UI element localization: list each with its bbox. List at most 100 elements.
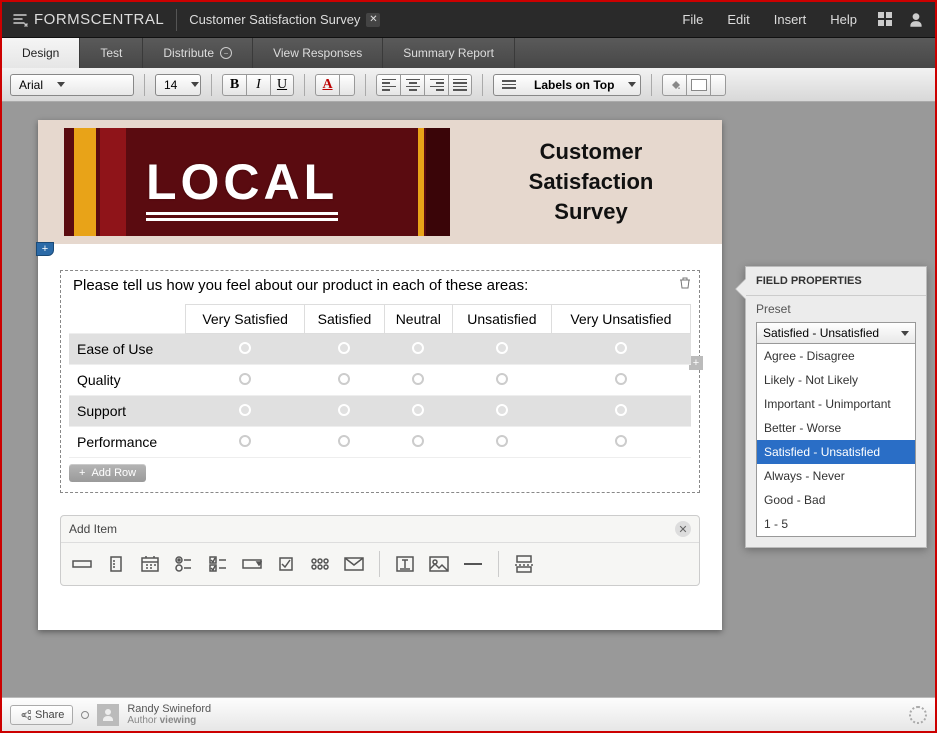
matrix-cell[interactable] [305, 365, 384, 396]
add-item-panel: Add Item ✕ [60, 515, 700, 586]
user-icon[interactable] [907, 11, 925, 29]
matrix-cell[interactable] [185, 427, 305, 458]
fill-color-button[interactable] [662, 74, 686, 96]
author-name: Randy Swineford [127, 703, 211, 715]
font-family-dropdown[interactable]: Arial [10, 74, 134, 96]
tab-summary-report-label: Summary Report [403, 46, 494, 60]
image-icon[interactable] [426, 552, 452, 576]
bold-button[interactable]: B [222, 74, 246, 96]
col-header[interactable]: Very Satisfied [185, 305, 305, 334]
close-doc-icon[interactable]: ✕ [366, 13, 380, 27]
add-row-label: Add Row [91, 467, 136, 479]
labels-position-dropdown[interactable]: Labels on Top [493, 74, 641, 96]
form-header: LOCAL Customer Satisfaction Survey [38, 120, 722, 244]
preset-option[interactable]: Always - Never [757, 464, 915, 488]
add-column-icon[interactable]: + [689, 356, 703, 370]
formscentral-icon [12, 12, 28, 28]
col-header[interactable]: Neutral [384, 305, 452, 334]
matrix-cell[interactable] [384, 427, 452, 458]
matrix-cell[interactable] [305, 427, 384, 458]
preset-dropdown[interactable]: Satisfied - Unsatisfied [756, 322, 916, 344]
author-avatar[interactable] [97, 704, 119, 726]
matrix-cell[interactable] [185, 334, 305, 365]
matrix-cell[interactable] [452, 365, 551, 396]
matrix-cell[interactable] [452, 427, 551, 458]
horizontal-line-icon[interactable] [460, 552, 486, 576]
work-area: LOCAL Customer Satisfaction Survey + Ple… [2, 102, 935, 697]
text-color-button[interactable]: A [315, 74, 339, 96]
preset-option[interactable]: 1 - 5 [757, 512, 915, 536]
matrix-cell[interactable] [551, 396, 690, 427]
menu-edit[interactable]: Edit [727, 12, 749, 27]
align-justify-button[interactable] [448, 74, 472, 96]
text-color-dropdown[interactable] [339, 74, 355, 96]
preset-option[interactable]: Important - Unimportant [757, 392, 915, 416]
matrix-cell[interactable] [551, 427, 690, 458]
email-field-icon[interactable] [341, 552, 367, 576]
add-row-button[interactable]: +Add Row [69, 464, 146, 482]
tab-test[interactable]: Test [80, 38, 143, 68]
matrix-cell[interactable] [384, 365, 452, 396]
delete-question-icon[interactable] [677, 275, 693, 291]
matrix-cell[interactable] [384, 396, 452, 427]
single-line-text-icon[interactable] [69, 552, 95, 576]
close-add-item-icon[interactable]: ✕ [675, 521, 691, 537]
tab-distribute[interactable]: Distribute– [143, 38, 253, 68]
formatted-text-icon[interactable] [392, 552, 418, 576]
author-info: Randy Swineford Author viewing [127, 703, 211, 726]
fill-swatch-button[interactable] [686, 74, 710, 96]
preset-option[interactable]: Better - Worse [757, 416, 915, 440]
menu-insert[interactable]: Insert [774, 12, 807, 27]
preset-option[interactable]: Satisfied - Unsatisfied [757, 440, 915, 464]
col-header[interactable]: Unsatisfied [452, 305, 551, 334]
add-element-handle[interactable]: + [36, 242, 54, 256]
matrix-cell[interactable] [452, 334, 551, 365]
row-label[interactable]: Performance [69, 427, 185, 458]
italic-button[interactable]: I [246, 74, 270, 96]
col-header[interactable]: Satisfied [305, 305, 384, 334]
tab-summary-report[interactable]: Summary Report [383, 38, 515, 68]
matrix-cell[interactable] [551, 334, 690, 365]
tab-design[interactable]: Design [2, 38, 80, 68]
matrix-cell[interactable] [384, 334, 452, 365]
row-label[interactable]: Support [69, 396, 185, 427]
underline-button[interactable]: U [270, 74, 294, 96]
preset-option[interactable]: Likely - Not Likely [757, 368, 915, 392]
align-left-button[interactable] [376, 74, 400, 96]
align-center-button[interactable] [400, 74, 424, 96]
date-field-icon[interactable] [137, 552, 163, 576]
matrix-question[interactable]: Please tell us how you feel about our pr… [60, 270, 700, 493]
row-label[interactable]: Quality [69, 365, 185, 396]
menu-file[interactable]: File [682, 12, 703, 27]
matrix-cell[interactable] [185, 396, 305, 427]
col-header[interactable]: Very Unsatisfied [551, 305, 690, 334]
matrix-cell[interactable] [551, 365, 690, 396]
menu-help[interactable]: Help [830, 12, 857, 27]
matrix-cell[interactable] [452, 396, 551, 427]
caret-icon [628, 82, 636, 87]
matrix-cell[interactable] [185, 365, 305, 396]
matrix-cell[interactable] [305, 396, 384, 427]
page-break-icon[interactable] [511, 552, 537, 576]
radio-group-icon[interactable] [171, 552, 197, 576]
document-tab[interactable]: Customer Satisfaction Survey ✕ [189, 12, 380, 27]
fill-color-dropdown[interactable] [710, 74, 726, 96]
multi-line-text-icon[interactable] [103, 552, 129, 576]
dropdown-icon[interactable] [239, 552, 265, 576]
matrix-cell[interactable] [305, 334, 384, 365]
share-button[interactable]: Share [10, 705, 73, 725]
tab-view-responses[interactable]: View Responses [253, 38, 383, 68]
single-checkbox-icon[interactable] [273, 552, 299, 576]
tab-distribute-label: Distribute [163, 46, 214, 60]
preset-option[interactable]: Agree - Disagree [757, 344, 915, 368]
align-right-button[interactable] [424, 74, 448, 96]
rating-scale-icon[interactable] [307, 552, 333, 576]
caret-icon [57, 82, 65, 87]
preset-option[interactable]: Good - Bad [757, 488, 915, 512]
author-role: Author [127, 715, 156, 726]
font-size-dropdown[interactable]: 14 [155, 74, 201, 96]
checkbox-group-icon[interactable] [205, 552, 231, 576]
row-label[interactable]: Ease of Use [69, 334, 185, 365]
apps-icon[interactable] [877, 11, 895, 29]
question-text[interactable]: Please tell us how you feel about our pr… [69, 275, 691, 304]
